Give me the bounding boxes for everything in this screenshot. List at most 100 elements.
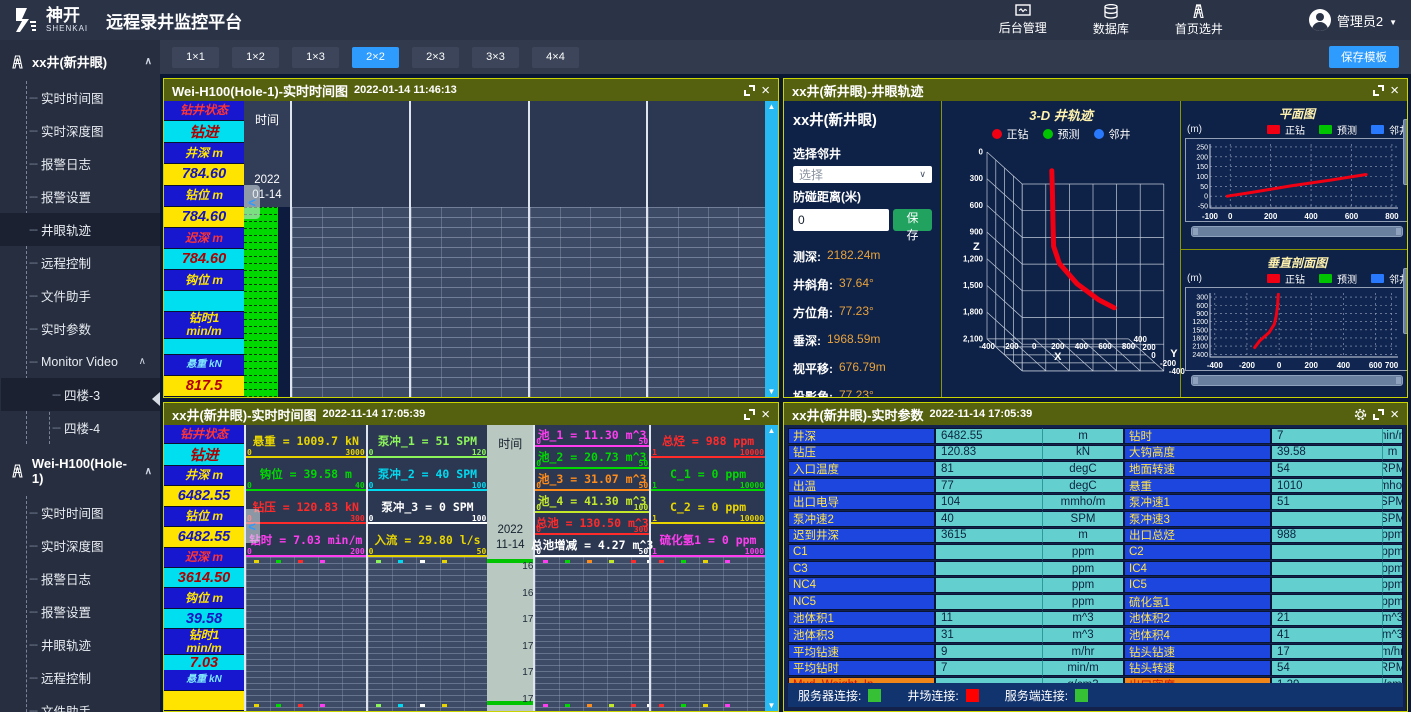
track-body[interactable] bbox=[244, 557, 366, 711]
sidebar-menu-item[interactable]: 井眼轨迹 bbox=[27, 628, 160, 661]
sidebar-submenu-item[interactable]: 四楼-4 bbox=[50, 411, 160, 444]
layout-button[interactable]: 1×1 bbox=[172, 47, 219, 68]
distance-input[interactable] bbox=[793, 209, 889, 231]
layout-button[interactable]: 2×2 bbox=[352, 47, 399, 68]
curve-label[interactable]: 0总池 = 130.50 m^3300 bbox=[535, 513, 649, 535]
curve-label[interactable]: 1硫化氢1 = 0 ppm1000 bbox=[651, 524, 765, 557]
sidebar-menu-item[interactable]: 文件助手 bbox=[27, 279, 160, 312]
chart-scrollbar[interactable]: ▲▼ bbox=[765, 101, 778, 397]
curve-label[interactable]: 0池_1 = 11.30 m^350 bbox=[535, 425, 649, 447]
curve-label[interactable]: 0钻压 = 120.83 kN300 bbox=[246, 491, 366, 524]
sidebar-menu-item[interactable]: 远程控制 bbox=[27, 246, 160, 279]
plan-view-chart[interactable]: 250200150100500-50-1000200400600800(m) bbox=[1185, 138, 1408, 222]
table-row[interactable]: 平均钻速 9 m/hr 钻头钻速 17 m/hr bbox=[788, 644, 1403, 660]
curve-label[interactable]: 0悬重 = 1009.7 kN3000 bbox=[246, 425, 366, 458]
table-row[interactable]: 迟到井深 3615 m 出口总烃 988 ppm bbox=[788, 528, 1403, 544]
track-body[interactable] bbox=[290, 207, 409, 397]
sidebar-menu-item[interactable]: 实时深度图 bbox=[27, 529, 160, 562]
sidebar-menu-item[interactable]: 文件助手 bbox=[27, 694, 160, 712]
curve-label[interactable]: 0入流 = 29.80 l/s50 bbox=[368, 524, 488, 557]
sidebar-menu-item[interactable]: 报警设置 bbox=[27, 595, 160, 628]
plan-vscrollbar[interactable] bbox=[1403, 119, 1408, 185]
track-body[interactable] bbox=[366, 557, 488, 711]
table-row[interactable]: 出温 77 degC 悬重 1010 mmho/m bbox=[788, 478, 1403, 494]
sidebar-submenu-item[interactable]: 四楼-3 bbox=[1, 378, 160, 411]
neighbor-select[interactable]: 选择 ∨ bbox=[793, 166, 932, 183]
curve-label[interactable]: 0池_2 = 20.73 m^350 bbox=[535, 447, 649, 469]
param-value: 988 bbox=[1272, 528, 1382, 544]
sidebar-menu-item[interactable]: 远程控制 bbox=[27, 661, 160, 694]
chart-3d[interactable]: 03006009001,2001,5001,8002,100-400-20002… bbox=[942, 142, 1180, 398]
table-row[interactable]: 入口温度 81 degC 地面转速 54 RPM bbox=[788, 461, 1403, 477]
save-template-button[interactable]: 保存模板 bbox=[1329, 46, 1399, 68]
table-row[interactable]: 池体积3 31 m^3 池体积4 41 m^3 bbox=[788, 627, 1403, 643]
collapse-icon[interactable] bbox=[244, 185, 260, 219]
derrick-icon bbox=[10, 54, 25, 70]
sidebar-menu-item[interactable]: 井眼轨迹 bbox=[0, 213, 160, 246]
layout-button[interactable]: 3×3 bbox=[472, 47, 519, 68]
sidebar-menu-item[interactable]: 实时时间图 bbox=[27, 81, 160, 114]
sidebar-menu-item[interactable]: 报警日志 bbox=[27, 562, 160, 595]
nav-backend-admin[interactable]: 后台管理 bbox=[999, 4, 1047, 36]
sidebar-menu-item[interactable]: 报警日志 bbox=[27, 147, 160, 180]
sidebar-menu-item[interactable]: 报警设置 bbox=[27, 180, 160, 213]
layout-button[interactable]: 1×3 bbox=[292, 47, 339, 68]
param-name: 池体积3 bbox=[788, 627, 936, 643]
nav-database[interactable]: 数据库 bbox=[1093, 4, 1129, 37]
table-row[interactable]: NC4 ppm IC5 ppm bbox=[788, 577, 1403, 593]
sidebar-menu-item[interactable]: Monitor Video bbox=[27, 345, 160, 378]
table-row[interactable]: C3 ppm IC4 ppm bbox=[788, 561, 1403, 577]
layout-button[interactable]: 4×4 bbox=[532, 47, 579, 68]
curve-label[interactable]: 0泵冲_1 = 51 SPM120 bbox=[368, 425, 488, 458]
curve-label[interactable]: 0池_4 = 41.30 m^3100 bbox=[535, 491, 649, 513]
expand-icon[interactable] bbox=[744, 85, 755, 96]
curve-label[interactable]: 1C_1 = 0 ppm10000 bbox=[651, 458, 765, 491]
sidebar-well-header[interactable]: xx井(新井眼) bbox=[0, 40, 160, 81]
table-row[interactable]: C1 ppm C2 ppm bbox=[788, 544, 1403, 560]
close-icon[interactable] bbox=[1390, 83, 1399, 98]
sidebar-collapse-handle[interactable] bbox=[152, 392, 160, 406]
expand-icon[interactable] bbox=[744, 409, 755, 420]
plan-hscrollbar[interactable] bbox=[1191, 226, 1403, 237]
collapse-icon[interactable] bbox=[244, 509, 260, 543]
vertical-vscrollbar[interactable] bbox=[1403, 268, 1408, 334]
curve-label[interactable]: 0泵冲_3 = 0 SPM100 bbox=[368, 491, 488, 524]
table-row[interactable]: 井深 6482.55 m 钻时 7 min/m bbox=[788, 428, 1403, 444]
layout-button[interactable]: 1×2 bbox=[232, 47, 279, 68]
track-body[interactable] bbox=[409, 207, 528, 397]
table-row[interactable]: 平均钻时 7 min/m 钻头转速 54 RPM bbox=[788, 660, 1403, 676]
track-body[interactable] bbox=[528, 207, 647, 397]
vertical-hscrollbar[interactable] bbox=[1191, 375, 1403, 386]
table-row[interactable]: 池体积1 11 m^3 池体积2 21 m^3 bbox=[788, 611, 1403, 627]
curve-label[interactable]: 0池_3 = 31.07 m^350 bbox=[535, 469, 649, 491]
vertical-section-chart[interactable]: 30060090012001500180021002400-400-200020… bbox=[1185, 287, 1408, 371]
gear-icon[interactable] bbox=[1354, 408, 1367, 421]
track-body[interactable] bbox=[649, 557, 765, 711]
curve-label[interactable]: 0钩位 = 39.58 m40 bbox=[246, 458, 366, 491]
close-icon[interactable] bbox=[761, 407, 770, 422]
table-row[interactable]: 泵冲速2 40 SPM 泵冲速3 SPM bbox=[788, 511, 1403, 527]
table-row[interactable]: 出口电导 104 mmho/m 泵冲速1 51 SPM bbox=[788, 494, 1403, 510]
sidebar-menu-item[interactable]: 实时时间图 bbox=[27, 496, 160, 529]
layout-button[interactable]: 2×3 bbox=[412, 47, 459, 68]
chart-scrollbar[interactable]: ▲▼ bbox=[765, 425, 778, 711]
user-menu[interactable]: 管理员2 bbox=[1309, 9, 1397, 31]
curve-label[interactable]: 1C_2 = 0 ppm10000 bbox=[651, 491, 765, 524]
close-icon[interactable] bbox=[1390, 407, 1399, 422]
close-icon[interactable] bbox=[761, 83, 770, 98]
save-distance-button[interactable]: 保存 bbox=[893, 209, 932, 231]
track-body[interactable] bbox=[533, 557, 649, 711]
curve-label[interactable]: 0泵冲_2 = 40 SPM100 bbox=[368, 458, 488, 491]
sidebar-well-header[interactable]: Wei-H100(Hole-1) bbox=[0, 444, 160, 496]
expand-icon[interactable] bbox=[1373, 409, 1384, 420]
nav-well-select[interactable]: 首页选井 bbox=[1175, 4, 1223, 37]
table-row[interactable]: NC5 ppm 硫化氢1 ppm bbox=[788, 594, 1403, 610]
sidebar-menu-item[interactable]: 实时参数 bbox=[27, 312, 160, 345]
table-row[interactable]: 钻压 120.83 kN 大钩高度 39.58 m bbox=[788, 445, 1403, 461]
expand-icon[interactable] bbox=[1373, 85, 1384, 96]
sidebar-menu-item[interactable]: 实时深度图 bbox=[27, 114, 160, 147]
curve-label[interactable]: 1总烃 = 988 ppm10000 bbox=[651, 425, 765, 458]
track-body[interactable] bbox=[646, 207, 765, 397]
curve-label[interactable]: 0总池增减 = 4.27 m^350 bbox=[535, 535, 649, 557]
curve-label[interactable]: 0钻时 = 7.03 min/m200 bbox=[246, 524, 366, 557]
